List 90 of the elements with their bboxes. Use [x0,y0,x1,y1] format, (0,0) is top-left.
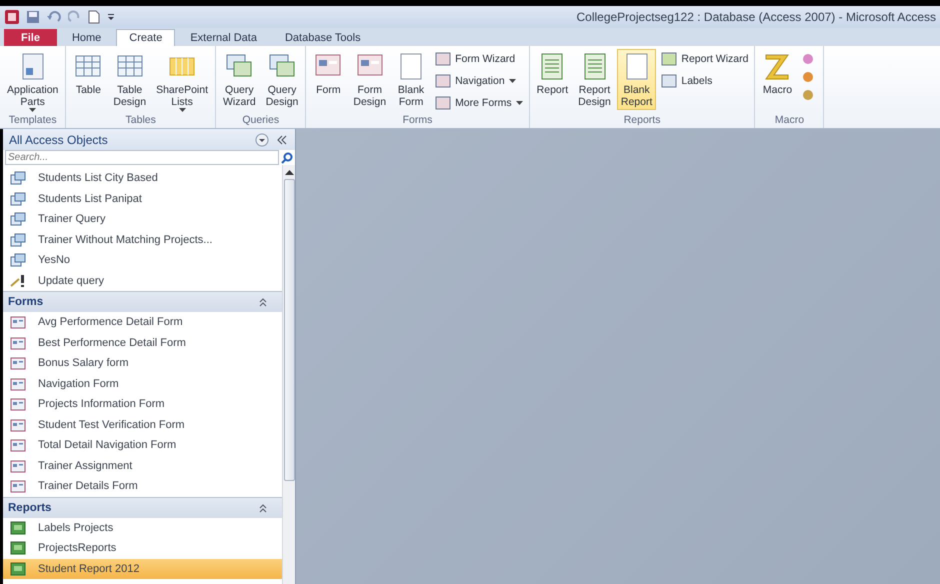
nav-item[interactable]: Student Test Verification Form [3,414,282,435]
new-document-icon[interactable] [88,10,100,24]
ribbon-button[interactable]: Report Wizard [658,49,752,69]
ribbon-button[interactable]: Navigation [432,71,519,91]
nav-item[interactable]: Bonus Salary form [3,353,282,374]
query-icon [10,253,26,268]
collapse-icon[interactable] [275,132,289,146]
caret-icon [516,101,523,105]
ribbon-icon [661,74,678,88]
ribbon-button[interactable]: Application Parts [3,49,62,114]
group-header[interactable]: Reports [3,496,282,518]
ribbon-button[interactable]: SharePoint Lists [152,49,212,114]
ribbon-button[interactable]: Query Design [262,49,302,110]
group-label: Tables [124,114,157,128]
form-icon [10,336,26,350]
ribbon-button[interactable]: Form Wizard [432,49,518,69]
save-icon[interactable] [26,10,40,24]
form-icon [10,397,26,412]
form-icon [10,458,26,473]
ribbon-button[interactable]: Macro [758,49,796,98]
collapse-icon [258,297,268,307]
ribbon-button[interactable]: Report [532,49,572,98]
form-icon [10,315,26,330]
scrollbar[interactable] [282,165,295,584]
ribbon-tab[interactable]: Create [116,29,176,46]
dropdown-icon[interactable] [255,132,269,146]
ribbon-button[interactable]: Form [309,49,348,98]
ribbon-tab[interactable]: Database Tools [272,29,374,46]
caret-icon [29,108,36,112]
undo-icon[interactable] [46,10,62,24]
group-label: Templates [8,114,58,128]
update-icon [10,274,26,288]
access-logo-icon[interactable] [4,9,20,25]
form-icon [10,418,26,432]
report-icon [10,562,26,576]
ribbon-icon [435,74,452,88]
form-icon [10,438,26,452]
nav-item[interactable]: Total Detail Navigation Form [3,435,282,456]
nav-item[interactable]: Trainer Query [3,209,282,230]
search-icon[interactable] [281,152,293,164]
nav-item[interactable]: Labels Projects [3,518,282,538]
ribbon-icon [661,52,678,66]
nav-item[interactable]: ProjectsReports [3,538,282,558]
caret-icon [178,108,186,112]
ribbon-button[interactable]: Blank Form [392,49,430,110]
nav-item[interactable]: Update query [3,270,282,291]
group-label: Macro [774,114,806,128]
report-icon [10,520,26,535]
nav-item[interactable]: Trainer Assignment [3,456,282,476]
query-icon [10,232,26,247]
ribbon-button[interactable]: Report Design [574,49,615,110]
nav-item[interactable]: Avg Performence Detail Form [3,312,282,332]
nav-item[interactable]: Navigation Form [3,374,282,394]
collapse-icon [258,502,268,512]
caret-icon [508,79,516,83]
form-icon [10,356,26,370]
report-icon [10,541,26,556]
ribbon-tab[interactable]: Home [58,29,114,46]
window-title: CollegeProjectseg122 : Database (Access 2007) - Microsoft Access [576,10,937,24]
ribbon-tab[interactable]: File [4,29,57,46]
query-icon [10,192,26,206]
ribbon-button[interactable]: Form Design [349,49,390,110]
nav-item[interactable]: Best Performence Detail Form [3,332,282,353]
ribbon-button[interactable]: Labels [658,71,716,91]
nav-item[interactable]: Projects Information Form [3,394,282,414]
scroll-up-icon[interactable] [284,169,294,175]
ribbon-button[interactable]: Table [69,49,108,98]
query-icon [10,171,26,186]
form-icon [10,479,26,494]
group-label: Reports [622,114,662,128]
ribbon-button[interactable]: Query Wizard [219,49,260,110]
ribbon-tab[interactable]: External Data [177,29,270,46]
nav-item[interactable]: YesNo [3,250,282,270]
nav-item[interactable]: Trainer Without Matching Projects... [3,230,282,250]
nav-item[interactable]: Trainer Details Form [3,476,282,496]
ribbon-icon [435,52,452,66]
ribbon-button[interactable]: More Forms [432,93,526,113]
group-label: Queries [241,114,280,128]
ribbon-icon [435,96,452,110]
ribbon-button[interactable]: Blank Report [616,49,656,110]
ribbon-button[interactable]: Table Design [109,49,150,110]
nav-item[interactable]: Students List Panipat [3,188,282,209]
query-icon [10,212,26,226]
group-header[interactable]: Forms [3,291,282,312]
nav-item[interactable]: Student Report 2012 [3,558,282,579]
search-field[interactable]: Search... [5,150,279,165]
nav-item[interactable]: Students List City Based [3,168,282,188]
form-icon [10,376,26,391]
group-label: Forms [402,114,434,128]
scroll-thumb[interactable] [284,179,294,481]
